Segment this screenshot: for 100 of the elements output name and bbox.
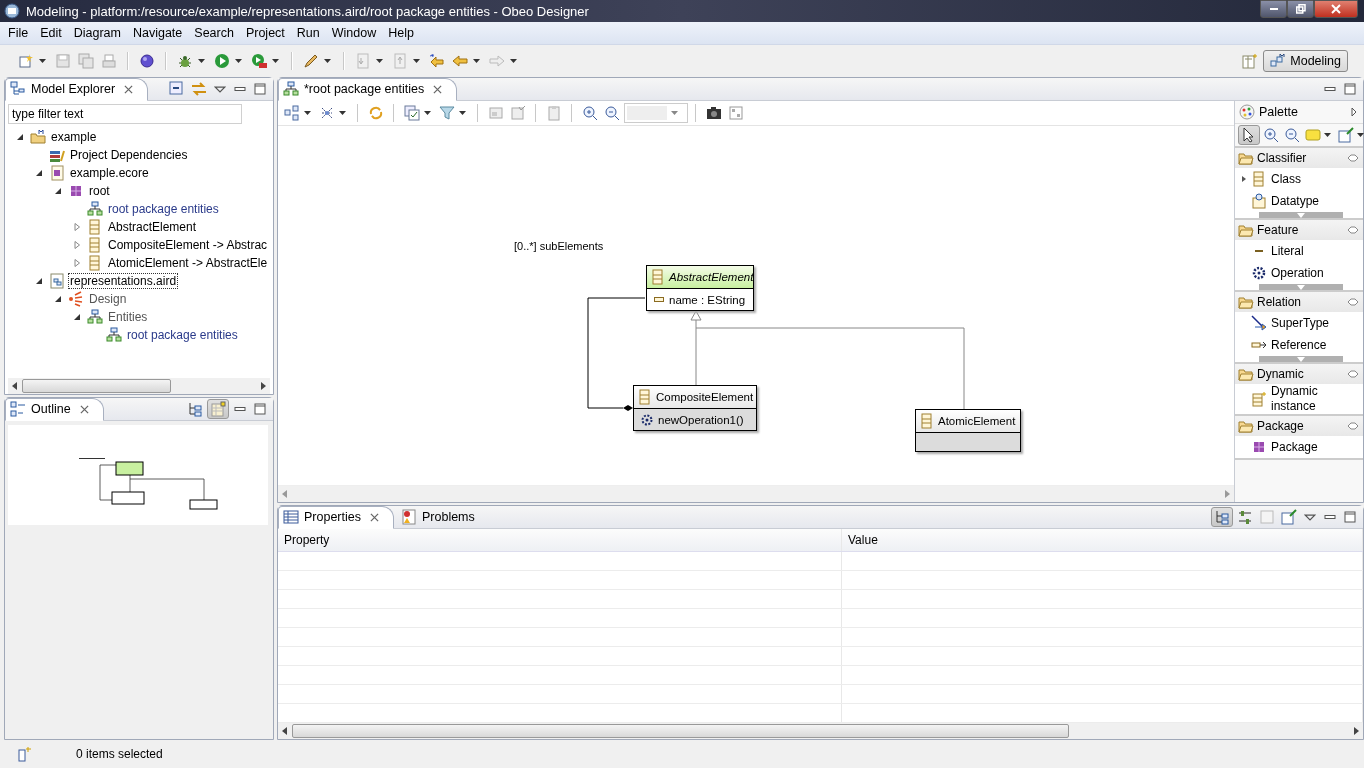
tree-item[interactable]: Entities <box>106 309 150 325</box>
view-tab[interactable]: Problems <box>396 505 490 529</box>
palette-tool[interactable]: Literal <box>1271 243 1351 259</box>
minimize-button[interactable] <box>1260 0 1287 18</box>
tree-item[interactable]: CompositeElement -> Abstrac <box>106 237 270 253</box>
close-icon[interactable] <box>124 84 134 94</box>
expand-toggle-icon[interactable] <box>35 277 43 285</box>
arrow-left-icon[interactable] <box>452 53 468 69</box>
link-arrows-icon[interactable] <box>191 81 207 97</box>
palette-tool[interactable]: Package <box>1271 439 1351 455</box>
caret-icon[interactable] <box>198 59 205 63</box>
tree-item[interactable]: Design <box>87 291 129 307</box>
view-menu-icon[interactable] <box>1304 513 1316 521</box>
clipboard-icon[interactable] <box>546 105 562 121</box>
collapse-all-icon[interactable] <box>169 81 185 97</box>
arrow-left-star-icon[interactable] <box>429 53 445 69</box>
menu-item[interactable]: Run <box>290 26 326 40</box>
minimize-icon[interactable] <box>234 405 246 413</box>
view-tab[interactable]: Properties <box>278 505 394 529</box>
caret-icon[interactable] <box>1357 133 1364 137</box>
scroll-left-icon[interactable] <box>282 727 288 735</box>
more-tools-indicator[interactable] <box>1259 356 1343 362</box>
pin-icon[interactable] <box>1347 154 1359 162</box>
expand-toggle-icon[interactable] <box>54 187 62 195</box>
zoom-in-icon[interactable] <box>582 105 598 121</box>
pin-window-icon[interactable] <box>1281 509 1297 525</box>
menu-item[interactable]: Project <box>239 26 291 40</box>
zoom-in-icon[interactable] <box>1263 127 1279 143</box>
minimize-icon[interactable] <box>1324 513 1336 521</box>
scroll-left-icon[interactable] <box>12 382 18 390</box>
overview-toggle-button[interactable] <box>207 399 229 419</box>
pin-window-icon[interactable] <box>1338 127 1354 143</box>
restore-button[interactable] <box>1287 0 1314 18</box>
palette-tool[interactable]: Class <box>1271 171 1351 187</box>
class-node[interactable]: AtomicElement <box>915 409 1021 452</box>
expand-toggle-icon[interactable] <box>73 313 81 321</box>
tree-item[interactable]: Project Dependencies <box>68 147 190 163</box>
doc-check-icon[interactable] <box>404 105 420 121</box>
caret-icon[interactable] <box>424 111 431 115</box>
horizontal-scrollbar[interactable] <box>278 723 1363 739</box>
caret-icon[interactable] <box>339 111 346 115</box>
categories-button[interactable] <box>1211 507 1233 527</box>
caret-icon[interactable] <box>376 59 383 63</box>
menu-item[interactable]: File <box>2 26 35 40</box>
palette-drawer[interactable]: Feature <box>1235 220 1363 240</box>
pin-icon[interactable] <box>1347 298 1359 306</box>
play-icon[interactable] <box>214 53 230 69</box>
close-icon[interactable] <box>79 404 89 414</box>
palette-drawer[interactable]: Relation <box>1235 292 1363 312</box>
zoom-out-icon[interactable] <box>1284 127 1300 143</box>
network-icon[interactable] <box>319 105 335 121</box>
caret-icon[interactable] <box>304 111 311 115</box>
close-icon[interactable] <box>370 512 379 522</box>
pencil-icon[interactable] <box>303 53 319 69</box>
caret-icon[interactable] <box>473 59 480 63</box>
expand-toggle-icon[interactable] <box>73 223 81 231</box>
more-tools-indicator[interactable] <box>1259 212 1343 218</box>
maximize-icon[interactable] <box>254 403 266 415</box>
refresh-icon[interactable] <box>368 105 384 121</box>
caret-icon[interactable] <box>413 59 420 63</box>
palette-tool[interactable]: Datatype <box>1271 193 1351 209</box>
caret-icon[interactable] <box>39 59 46 63</box>
caret-icon[interactable] <box>324 59 331 63</box>
camera-icon[interactable] <box>706 105 722 121</box>
layout-icon[interactable] <box>728 105 744 121</box>
new-window-icon[interactable] <box>16 746 32 762</box>
caret-icon[interactable] <box>1324 133 1331 137</box>
palette-drawer[interactable]: Package <box>1235 416 1363 436</box>
tree-item[interactable]: AtomicElement -> AbstractEle <box>106 255 270 271</box>
scroll-right-icon[interactable] <box>1353 727 1359 735</box>
editor-tab[interactable]: *root package entities <box>278 77 458 101</box>
palette-drawer[interactable]: Classifier <box>1235 148 1363 168</box>
menu-item[interactable]: Window <box>325 26 383 40</box>
caret-icon[interactable] <box>235 59 242 63</box>
palette-tool[interactable]: SuperType <box>1271 315 1351 331</box>
caret-icon[interactable] <box>272 59 279 63</box>
new-file-icon[interactable] <box>18 53 34 69</box>
more-tools-indicator[interactable] <box>1259 284 1343 290</box>
palette-tool[interactable]: Dynamic instance <box>1271 384 1351 414</box>
hierarchy-icon[interactable] <box>187 401 203 417</box>
zoom-out-icon[interactable] <box>604 105 620 121</box>
maximize-icon[interactable] <box>254 83 266 95</box>
menu-item[interactable]: Edit <box>34 26 68 40</box>
view-tab[interactable]: Model Explorer <box>5 77 149 101</box>
view-menu-icon[interactable] <box>214 85 226 93</box>
expand-toggle-icon[interactable] <box>54 295 62 303</box>
pin-icon[interactable] <box>1347 226 1359 234</box>
menu-item[interactable]: Navigate <box>126 26 189 40</box>
menu-item[interactable]: Search <box>188 26 240 40</box>
diagram-thumbnail[interactable] <box>8 425 268 525</box>
window-check-icon[interactable] <box>510 105 526 121</box>
close-icon[interactable] <box>433 84 443 94</box>
minimize-icon[interactable] <box>1324 85 1336 93</box>
tree-item[interactable]: representations.aird <box>68 273 179 289</box>
palette-drawer[interactable]: Dynamic <box>1235 364 1363 384</box>
palette-tool[interactable]: Operation <box>1271 265 1351 281</box>
class-member[interactable]: name : EString <box>669 293 746 306</box>
close-button[interactable] <box>1314 0 1358 18</box>
palette-tool[interactable]: Reference <box>1271 337 1351 353</box>
expand-toggle-icon[interactable] <box>35 169 43 177</box>
